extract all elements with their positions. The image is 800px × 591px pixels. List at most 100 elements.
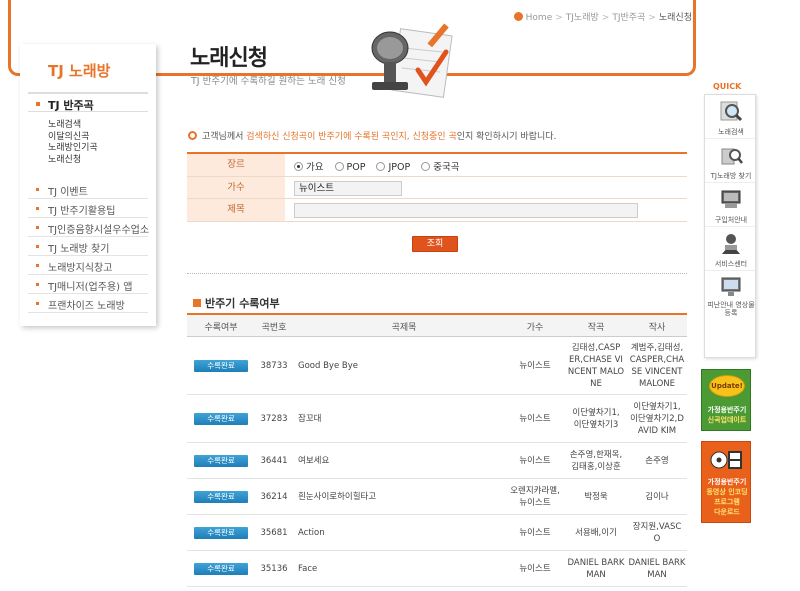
genre-option-pop[interactable]: POP <box>334 162 365 173</box>
breadcrumb: Home > TJ노래방 > TJ반주곡 > 노래신청 <box>513 10 692 23</box>
cell-lyricist: 장지원,VASC O <box>627 521 687 545</box>
title-label: 제목 <box>187 199 285 221</box>
notice-text: 고객님께서 검색하신 신청곡이 반주기에 수록된 곡인지, 신청중인 곡인지 확… <box>188 129 556 142</box>
sidebar-item-franchise[interactable]: 프랜차이즈 노래방 <box>28 294 148 313</box>
cell-title[interactable]: 흰눈사이로하이힐타고 <box>298 491 508 503</box>
cell-composer: DANIEL BARK MAN <box>565 557 627 581</box>
cell-lyricist-line: DANIEL BARK <box>628 558 686 568</box>
genre-option-label: 중국곡 <box>433 162 460 173</box>
cell-lyricist-line: AVID KIM <box>637 426 677 436</box>
notice-highlight: 검색하신 신청곡이 반주기에 수록된 곡인지, 신청중인 곡 <box>246 132 457 142</box>
col-singer: 가수 <box>526 323 544 333</box>
quick-item-label: TJ노래방 찾기 <box>710 172 752 180</box>
cell-composer-line: ER,CHASE VI <box>569 355 623 365</box>
cell-number: 37283 <box>260 414 288 424</box>
sidebar-item-certified[interactable]: TJ인증음향시설우수업소 <box>28 218 150 237</box>
genre-label: 장르 <box>187 154 285 176</box>
cell-composer-line: 이단옆차기1, <box>572 408 620 418</box>
cell-title[interactable]: Good Bye Bye <box>298 360 508 372</box>
sidebar-item-label: TJ인증음향시설우수업소 <box>48 225 150 236</box>
sidebar-item-label: TJ매니저(업주용) 앱 <box>48 282 133 293</box>
cell-title[interactable]: Face <box>298 563 508 575</box>
banner2-line4: 다운로드 <box>714 508 740 516</box>
col-status: 수록여부 <box>204 323 238 333</box>
bullet-icon <box>36 302 39 305</box>
radio-icon[interactable] <box>376 162 386 171</box>
table-row: 수록완료 37283 잠꼬대 뉴이스트 이단옆차기1, 이단옆차기3 이단옆차기1, 이단옆차… <box>187 395 687 443</box>
sidebar-item-label: 프랜차이즈 노래방 <box>48 301 125 312</box>
cell-composer: 손주영,한재옥, 김태홍,이상훈 <box>565 449 627 473</box>
sidebar-item-find[interactable]: TJ 노래방 찾기 <box>28 237 148 256</box>
building-search-icon <box>721 148 743 165</box>
sidebar-item-label: 노래방지식창고 <box>48 263 113 274</box>
bullet-icon <box>36 226 39 229</box>
sidebar-nav-list: TJ 이벤트 TJ 반주기활용팁 TJ인증음향시설우수업소 TJ 노래방 찾기 … <box>28 180 150 313</box>
cell-lyricist-line: MAN <box>647 570 667 580</box>
breadcrumb-songs[interactable]: TJ반주곡 <box>612 13 645 23</box>
cell-title[interactable]: 잠꼬대 <box>298 413 508 425</box>
cell-lyricist-line: 김이나 <box>645 492 669 502</box>
title-input[interactable] <box>294 203 638 218</box>
banner2-line3: 프로그램 <box>714 498 740 506</box>
subnav-request[interactable]: 노래신청 <box>48 155 98 167</box>
page-subtitle: TJ 반주기에 수록하길 원하는 노래 신청 <box>191 76 346 87</box>
breadcrumb-tj[interactable]: TJ노래방 <box>566 13 599 23</box>
banner1-line2: 가정용반주기 <box>707 406 747 414</box>
genre-option-chinese[interactable]: 중국곡 <box>421 162 460 173</box>
breadcrumb-home[interactable]: Home <box>526 13 553 23</box>
sidebar-item-knowledge[interactable]: 노래방지식창고 <box>28 256 148 275</box>
sidebar-item-event[interactable]: TJ 이벤트 <box>28 180 148 199</box>
banner2-line1: 가정용반주기 <box>707 478 747 486</box>
sidebar-item-label: TJ 노래방 찾기 <box>48 244 110 255</box>
search-form: 장르 가요 POP JPOP 중국곡 가수 뉴이스트 제목 <box>187 152 687 222</box>
genre-radio-group: 가요 POP JPOP 중국곡 <box>294 159 468 173</box>
table-row: 수록완료 36441 여보세요 뉴이스트 손주영,한재옥, 김태홍,이상훈 손주영 <box>187 443 687 479</box>
encoding-banner[interactable]: 가정용반주기 동영상 인코딩 프로그램 다운로드 <box>701 441 751 523</box>
banner1-line3: 신곡업데이트 <box>707 416 747 424</box>
radio-checked-icon[interactable] <box>294 162 303 171</box>
sidebar-item-songs[interactable]: TJ 반주곡 <box>28 92 148 112</box>
bullet-icon <box>36 188 39 191</box>
cell-singer: 뉴이스트 <box>501 563 569 575</box>
table-row: 수록완료 36214 흰눈사이로하이힐타고 오렌지캬라멜, 뉴이스트 박정욱 김이나 <box>187 479 687 515</box>
quick-item-service[interactable]: 서비스센터 <box>705 227 755 271</box>
cell-singer-line: 뉴이스트 <box>519 456 551 466</box>
sidebar-item-tips[interactable]: TJ 반주기활용팁 <box>28 199 148 218</box>
cell-singer-line: 뉴이스트 <box>519 528 551 538</box>
radio-icon[interactable] <box>334 162 344 171</box>
cell-composer-line: 김태홍,이상훈 <box>571 462 621 472</box>
quick-item-search[interactable]: 노래검색 <box>705 95 755 139</box>
sidebar-item-manager-app[interactable]: TJ매니저(업주용) 앱 <box>28 275 148 294</box>
update-banner[interactable]: Update! 가정용반주기 신곡업데이트 <box>701 369 751 431</box>
quick-item-evacuation[interactable]: 피난안내 영상물등록 <box>705 271 755 323</box>
notice-post: 인지 확인하시기 바랍니다. <box>456 132 557 142</box>
genre-row: 장르 가요 POP JPOP 중국곡 <box>187 154 687 177</box>
subnav-new[interactable]: 이달의신곡 <box>48 132 98 144</box>
quick-item-purchase[interactable]: 구입처안내 <box>705 183 755 227</box>
info-ring-icon <box>188 131 197 140</box>
cell-composer: 서용배,이기 <box>565 527 627 539</box>
genre-option-jpop[interactable]: JPOP <box>376 162 410 173</box>
cell-lyricist-line: 손주영 <box>645 456 669 466</box>
search-button[interactable]: 조회 <box>412 236 458 252</box>
home-icon[interactable] <box>513 12 523 21</box>
subnav-popular[interactable]: 노래방인기곡 <box>48 143 98 155</box>
square-bullet-icon <box>193 299 201 307</box>
quick-item-find[interactable]: TJ노래방 찾기 <box>705 139 755 183</box>
bullet-icon <box>36 245 39 248</box>
cell-title[interactable]: Action <box>298 527 508 539</box>
status-badge: 수록완료 <box>194 491 248 503</box>
sidebar-brand[interactable]: TJ 노래방 <box>48 60 110 81</box>
cell-title[interactable]: 여보세요 <box>298 455 508 467</box>
col-title: 곡제목 <box>391 323 417 333</box>
cell-lyricist-line: SE VINCENT <box>631 367 683 377</box>
genre-option-kpop[interactable]: 가요 <box>294 162 323 173</box>
subnav-search[interactable]: 노래검색 <box>48 120 98 132</box>
film-reel-icon <box>710 451 742 469</box>
cell-singer: 뉴이스트 <box>501 527 569 539</box>
cell-composer-line: 박정욱 <box>584 492 608 502</box>
singer-input[interactable]: 뉴이스트 <box>294 180 402 196</box>
cell-number: 35136 <box>260 564 288 574</box>
status-badge: 수록완료 <box>194 360 248 372</box>
radio-icon[interactable] <box>421 162 431 171</box>
